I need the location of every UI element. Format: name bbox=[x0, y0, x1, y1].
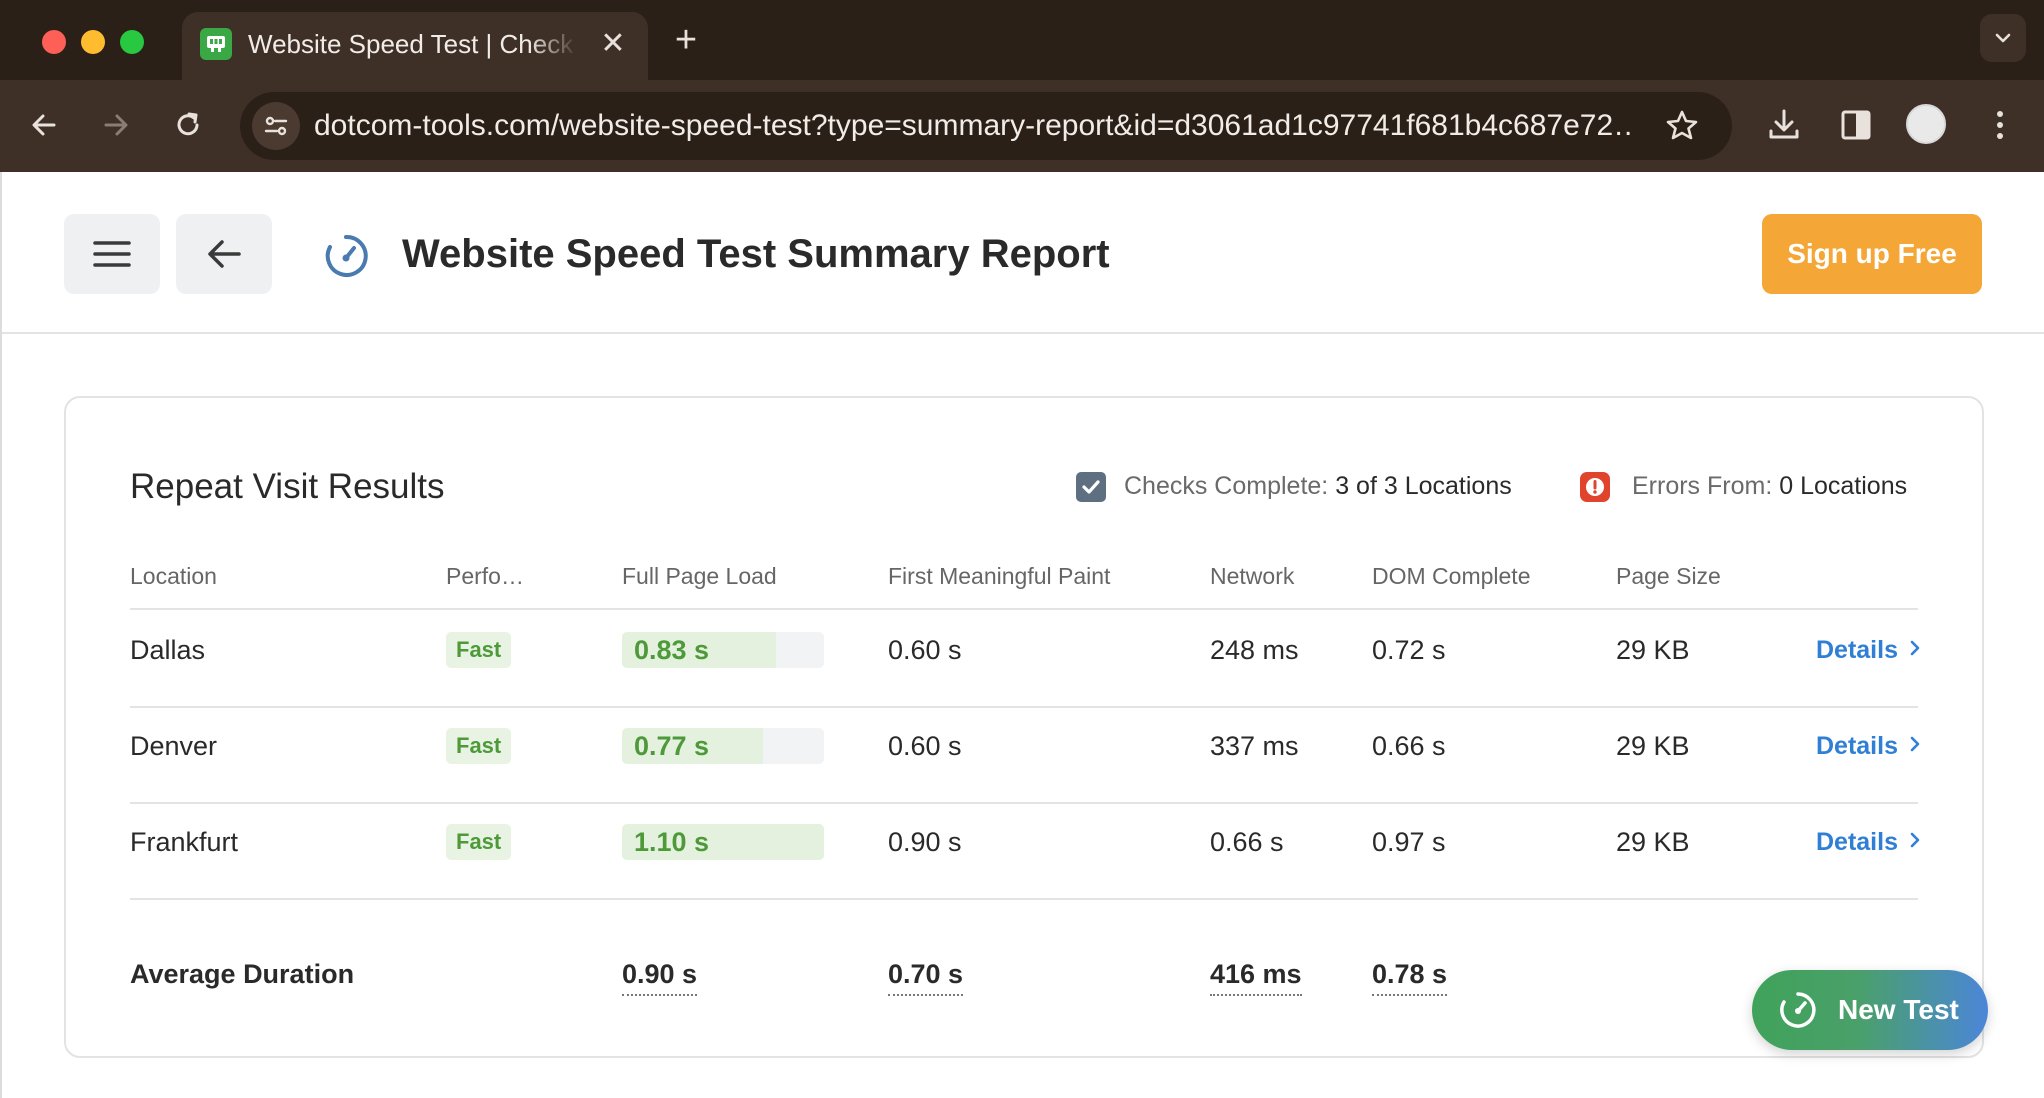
site-info-button[interactable] bbox=[252, 102, 300, 150]
location-cell: Dallas bbox=[130, 635, 206, 665]
average-network[interactable]: 416 ms bbox=[1210, 954, 1302, 996]
dom-complete-cell: 0.72 s bbox=[1372, 635, 1446, 665]
details-label: Details bbox=[1816, 732, 1898, 760]
performance-badge: Fast bbox=[446, 728, 512, 764]
speedometer-icon bbox=[1780, 992, 1816, 1028]
chevron-right-icon bbox=[1910, 832, 1920, 848]
browser-tab[interactable]: Website Speed Test | Check Website Speed… bbox=[182, 12, 648, 80]
full-page-load-value: 1.10 s bbox=[634, 827, 710, 857]
tune-icon bbox=[264, 116, 288, 136]
location-cell: Frankfurt bbox=[130, 827, 239, 857]
column-header-dom-complete[interactable]: DOM Complete bbox=[1372, 558, 1530, 594]
column-header-full-page-load[interactable]: Full Page Load bbox=[622, 558, 777, 594]
close-window-button[interactable] bbox=[42, 30, 66, 54]
arrow-right-icon bbox=[104, 114, 128, 136]
details-link[interactable]: Details bbox=[1816, 726, 1925, 766]
column-header-first-meaningful-paint[interactable]: First Meaningful Paint bbox=[888, 558, 1110, 594]
menu-button[interactable] bbox=[64, 214, 160, 294]
page-size-cell: 29 KB bbox=[1616, 827, 1690, 857]
checkbox-checked-icon bbox=[1076, 472, 1106, 502]
tab-title: Website Speed Test | Check Website Speed bbox=[248, 29, 578, 59]
performance-badge: Fast bbox=[446, 824, 512, 860]
details-label: Details bbox=[1816, 828, 1898, 856]
page-size-cell: 29 KB bbox=[1616, 731, 1690, 761]
address-bar[interactable]: dotcom-tools.com/website-speed-test?type… bbox=[240, 92, 1732, 160]
browser-tab-bar: Website Speed Test | Check Website Speed… bbox=[0, 0, 2044, 80]
chevron-down-icon bbox=[1995, 33, 2011, 43]
full-page-load-value: 0.83 s bbox=[634, 635, 710, 665]
row-divider bbox=[130, 706, 1918, 708]
column-header-location[interactable]: Location bbox=[130, 558, 217, 594]
chevron-right-icon bbox=[1910, 640, 1920, 656]
arrow-left-icon bbox=[32, 114, 56, 136]
checks-complete-value: 3 of 3 Locations bbox=[1335, 472, 1512, 500]
page-content: Website Speed Test Summary Report Sign u… bbox=[0, 172, 2044, 1098]
new-test-label: New Test bbox=[1838, 994, 1959, 1025]
full-page-load-bar: 1.10 s bbox=[622, 824, 824, 860]
page-title: Website Speed Test Summary Report bbox=[402, 232, 1110, 276]
column-header-page-size[interactable]: Page Size bbox=[1616, 558, 1721, 594]
full-page-load-bar: 0.83 s bbox=[622, 632, 824, 668]
network-cell: 337 ms bbox=[1210, 731, 1299, 761]
signup-button[interactable]: Sign up Free bbox=[1762, 214, 1982, 294]
errors-from-label: Errors From: bbox=[1632, 472, 1773, 500]
details-link[interactable]: Details bbox=[1816, 822, 1925, 862]
reload-icon bbox=[177, 112, 199, 136]
checks-complete-stat: Checks Complete: 3 of 3 Locations bbox=[1124, 466, 1512, 506]
checks-complete-label: Checks Complete: bbox=[1124, 472, 1329, 500]
profile-avatar[interactable] bbox=[1906, 104, 1946, 144]
tab-search-button[interactable] bbox=[1980, 14, 2026, 62]
chevron-right-icon bbox=[1910, 736, 1920, 752]
arrow-left-icon bbox=[208, 240, 241, 268]
errors-from-value: 0 Locations bbox=[1779, 472, 1908, 500]
tab-close-icon[interactable]: ✕ bbox=[598, 29, 628, 59]
maximize-window-button[interactable] bbox=[120, 30, 144, 54]
details-link[interactable]: Details bbox=[1816, 630, 1925, 670]
average-dom-complete[interactable]: 0.78 s bbox=[1372, 954, 1448, 996]
more-vertical-icon[interactable] bbox=[1978, 103, 2022, 147]
row-divider bbox=[130, 898, 1918, 900]
url-text[interactable]: dotcom-tools.com/website-speed-test?type… bbox=[314, 106, 1634, 146]
average-fmp[interactable]: 0.70 s bbox=[888, 954, 964, 996]
location-cell: Denver bbox=[130, 731, 218, 761]
page-size-cell: 29 KB bbox=[1616, 635, 1690, 665]
results-title: Repeat Visit Results bbox=[130, 467, 445, 506]
fmp-cell: 0.90 s bbox=[888, 827, 962, 857]
column-header-performance[interactable]: Perfo… bbox=[446, 558, 524, 594]
forward-button[interactable] bbox=[93, 102, 139, 148]
new-tab-button[interactable]: + bbox=[668, 21, 704, 59]
site-favicon-icon bbox=[200, 28, 232, 60]
details-label: Details bbox=[1816, 636, 1898, 664]
dom-complete-cell: 0.97 s bbox=[1372, 827, 1446, 857]
average-duration-label: Average Duration bbox=[130, 959, 355, 989]
back-button[interactable] bbox=[21, 102, 67, 148]
fmp-cell: 0.60 s bbox=[888, 635, 962, 665]
average-full-page-load[interactable]: 0.90 s bbox=[622, 954, 698, 996]
reload-button[interactable] bbox=[165, 102, 211, 148]
header-divider bbox=[2, 332, 2044, 334]
dom-complete-cell: 0.66 s bbox=[1372, 731, 1446, 761]
minimize-window-button[interactable] bbox=[81, 30, 105, 54]
bookmark-star-icon[interactable] bbox=[1664, 108, 1700, 144]
back-page-button[interactable] bbox=[176, 214, 272, 294]
network-cell: 248 ms bbox=[1210, 635, 1299, 665]
fmp-cell: 0.60 s bbox=[888, 731, 962, 761]
error-alert-icon bbox=[1580, 472, 1610, 502]
row-divider bbox=[130, 608, 1918, 610]
side-panel-icon[interactable] bbox=[1834, 103, 1878, 147]
results-card: Repeat Visit Results Checks Complete: 3 … bbox=[64, 396, 1984, 1058]
speedometer-icon bbox=[325, 234, 368, 277]
row-divider bbox=[130, 802, 1918, 804]
column-header-network[interactable]: Network bbox=[1210, 558, 1294, 594]
network-cell: 0.66 s bbox=[1210, 827, 1284, 857]
performance-badge: Fast bbox=[446, 632, 512, 668]
browser-toolbar: dotcom-tools.com/website-speed-test?type… bbox=[0, 80, 2044, 172]
full-page-load-value: 0.77 s bbox=[634, 731, 710, 761]
new-test-button[interactable]: New Test bbox=[1752, 970, 1988, 1050]
download-icon[interactable] bbox=[1762, 103, 1806, 147]
errors-from-stat: Errors From: 0 Locations bbox=[1632, 466, 1907, 506]
full-page-load-bar: 0.77 s bbox=[622, 728, 824, 764]
hamburger-icon bbox=[93, 241, 131, 267]
